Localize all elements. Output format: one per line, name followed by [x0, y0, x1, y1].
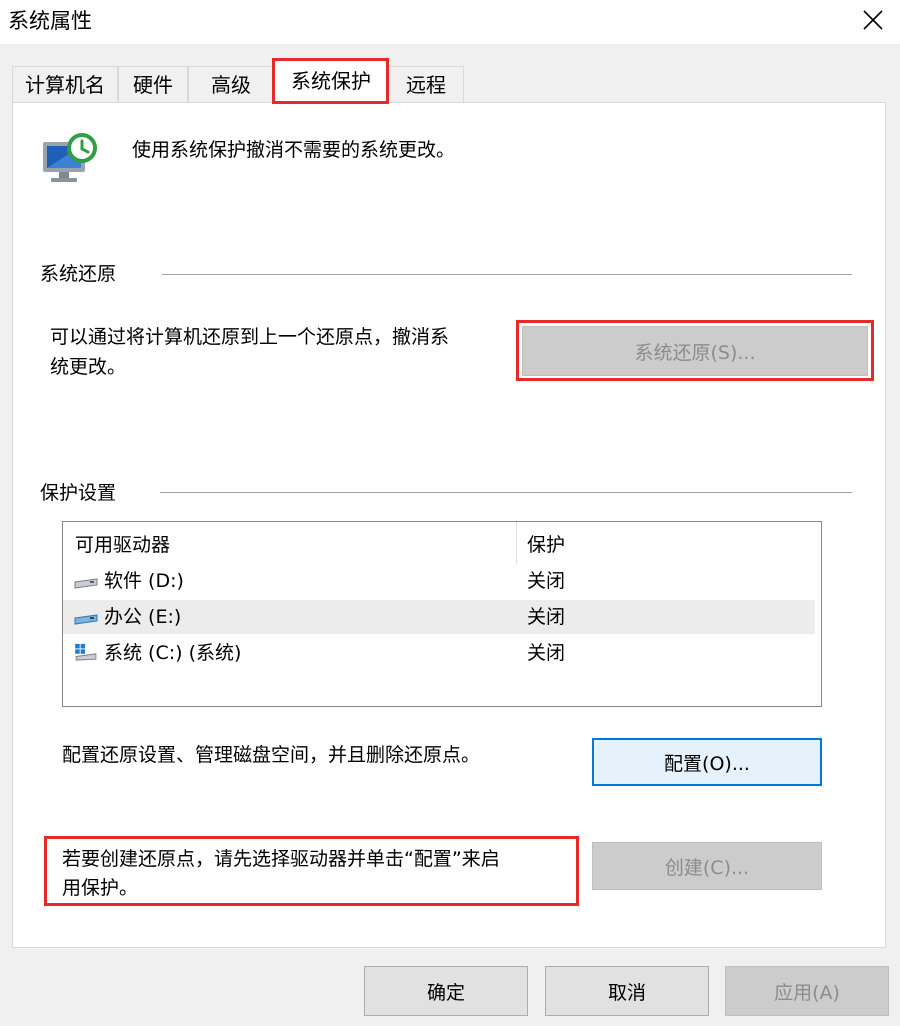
restore-description-line1: 可以通过将计算机还原到上一个还原点，撤消系	[50, 326, 450, 348]
protection-status: 关闭	[527, 570, 566, 592]
tab-remote[interactable]: 远程	[388, 66, 464, 102]
windows-drive-icon	[75, 643, 97, 661]
drive-name: 办公 (E:)	[104, 606, 182, 628]
cancel-button[interactable]: 取消	[545, 966, 709, 1016]
system-restore-label: 系统还原	[40, 263, 117, 285]
intro-text: 使用系统保护撤消不需要的系统更改。	[132, 139, 456, 161]
apply-button[interactable]: 应用(A)	[725, 966, 889, 1016]
window-title: 系统属性	[8, 9, 92, 33]
protection-settings-label: 保护设置	[40, 482, 117, 504]
ok-button[interactable]: 确定	[364, 966, 528, 1016]
drive-name: 系统 (C:) (系统)	[104, 642, 242, 664]
table-row[interactable]: 系统 (C:) (系统) 关闭	[63, 636, 815, 670]
tab-system-protection[interactable]: 系统保护	[274, 60, 388, 103]
configure-description: 配置还原设置、管理磁盘空间，并且删除还原点。	[62, 744, 481, 766]
column-header-drive[interactable]: 可用驱动器	[75, 528, 170, 562]
close-button[interactable]	[846, 0, 900, 40]
protection-status: 关闭	[527, 642, 566, 664]
column-separator	[516, 522, 517, 564]
table-row[interactable]: 软件 (D:) 关闭	[63, 564, 815, 598]
configure-button[interactable]: 配置(O)...	[592, 738, 822, 786]
create-description-line1: 若要创建还原点，请先选择驱动器并单击“配置”来启	[62, 848, 500, 870]
system-restore-button[interactable]: 系统还原(S)...	[522, 326, 868, 376]
close-icon	[863, 10, 883, 30]
drive-name: 软件 (D:)	[104, 570, 184, 592]
protection-settings-divider	[160, 492, 852, 493]
column-header-protection[interactable]: 保护	[527, 528, 565, 562]
drive-icon	[74, 614, 98, 625]
title-bar	[0, 0, 900, 44]
create-button[interactable]: 创建(C)...	[592, 842, 822, 890]
protection-status: 关闭	[527, 606, 566, 628]
table-row[interactable]: 办公 (E:) 关闭	[63, 600, 815, 634]
tab-computer-name[interactable]: 计算机名	[12, 66, 118, 102]
system-protection-icon	[40, 132, 100, 192]
tab-hardware[interactable]: 硬件	[118, 66, 188, 102]
restore-description-line2: 统更改。	[50, 356, 127, 378]
create-description-line2: 用保护。	[62, 877, 139, 899]
tab-advanced[interactable]: 高级	[188, 66, 274, 102]
drive-icon	[74, 578, 98, 589]
system-restore-divider	[162, 274, 852, 275]
